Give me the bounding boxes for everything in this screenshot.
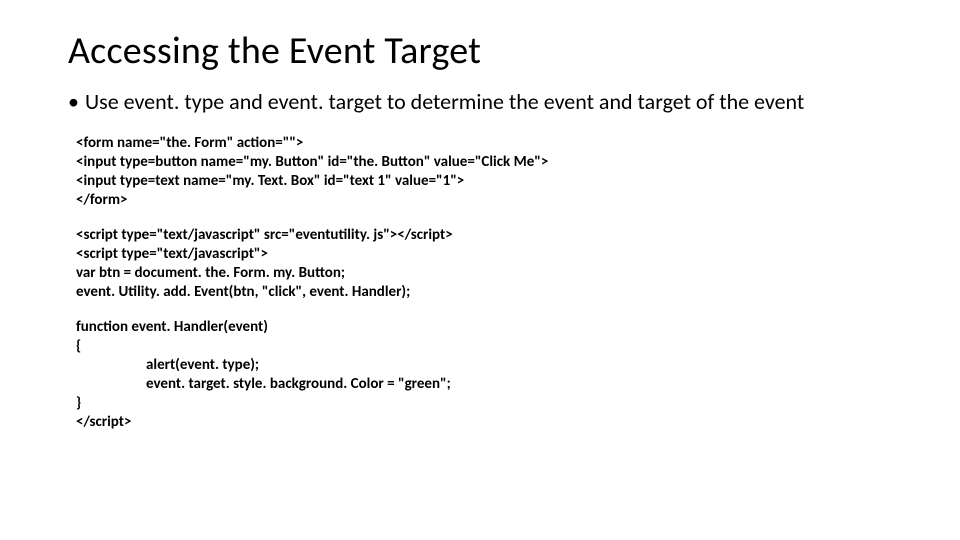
code-line: function event. Handler(event)	[76, 318, 268, 336]
code-block-form: <form name="the. Form" action=""> <input…	[68, 134, 900, 210]
slide-content: Accessing the Event Target • Use event. …	[0, 0, 960, 468]
code-line: {	[76, 337, 81, 355]
code-line: event. target. style. background. Color …	[146, 375, 451, 393]
code-line: </script>	[76, 413, 131, 431]
bullet-marker: •	[68, 88, 79, 116]
slide-title: Accessing the Event Target	[68, 28, 900, 74]
code-line: }	[76, 394, 81, 412]
bullet-text: Use event. type and event. target to det…	[85, 88, 804, 116]
code-block-script-setup: <script type="text/javascript" src="even…	[68, 226, 900, 302]
code-line: alert(event. type);	[146, 356, 259, 374]
bullet-item: • Use event. type and event. target to d…	[68, 88, 900, 116]
code-block-handler: function event. Handler(event) { alert(e…	[68, 318, 900, 432]
